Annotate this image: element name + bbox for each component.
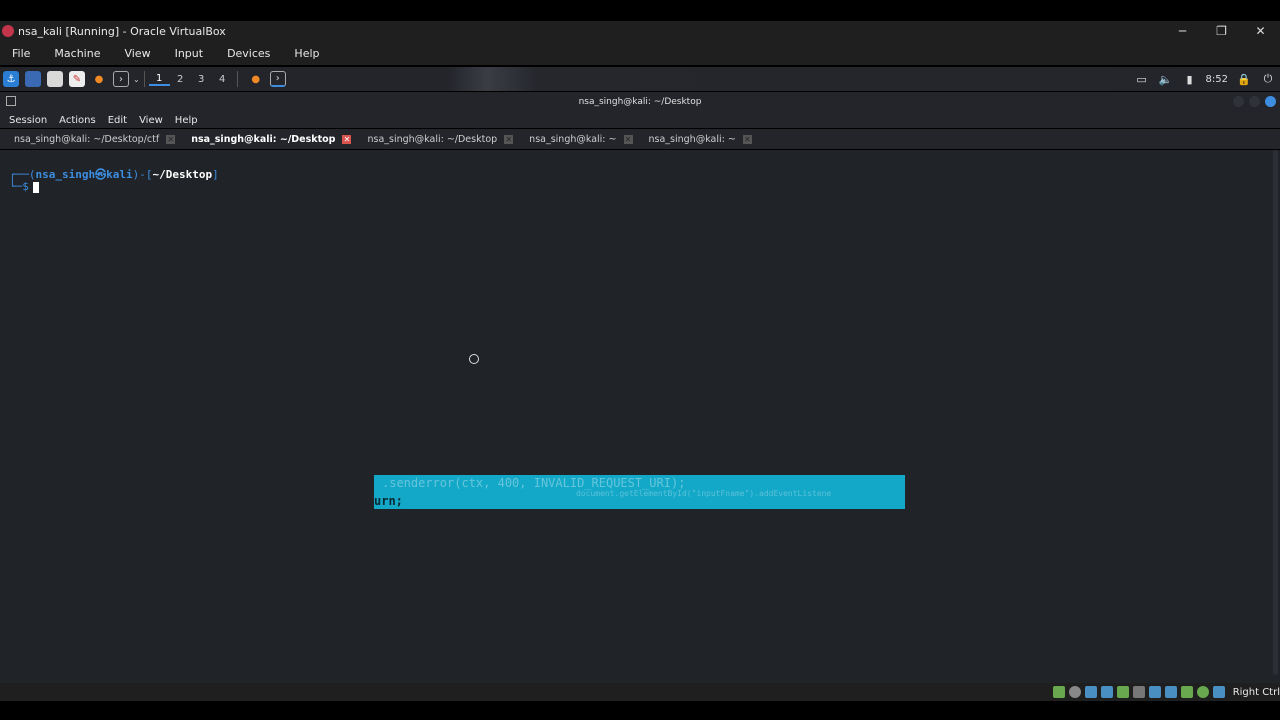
tab-label: nsa_singh@kali: ~/Desktop	[191, 133, 336, 145]
tab-label: nsa_singh@kali: ~/Desktop	[367, 133, 498, 145]
menu-terminal-view[interactable]: View	[139, 115, 163, 126]
terminal-window-controls	[1228, 96, 1276, 107]
tab-desktop-active[interactable]: nsa_singh@kali: ~/Desktop ✕	[183, 129, 359, 149]
prompt-user: nsa_singh	[35, 168, 96, 181]
close-icon[interactable]: ✕	[1241, 21, 1280, 41]
lock-icon[interactable]: 🔒	[1236, 73, 1252, 86]
keyboard-icon[interactable]	[1212, 686, 1225, 698]
terminal-maximize-icon[interactable]	[1249, 96, 1260, 107]
tab-close-icon[interactable]: ✕	[742, 134, 752, 144]
power-icon[interactable]: ⏻	[1260, 72, 1276, 86]
terminal-window-title: nsa_singh@kali: ~/Desktop	[578, 97, 702, 107]
chevron-down-icon[interactable]: ⌄	[133, 75, 140, 84]
tab-close-icon[interactable]: ✕	[342, 134, 352, 144]
hard-disk-icon[interactable]	[1052, 686, 1065, 698]
menu-actions[interactable]: Actions	[59, 115, 96, 126]
code-overlay-banner: .senderror(ctx, 400, INVALID_REQUEST_URI…	[374, 475, 905, 509]
workspace-4[interactable]: 4	[212, 74, 233, 85]
audio-icon[interactable]	[1084, 686, 1097, 698]
terminal-window-icon[interactable]: ›	[269, 71, 286, 87]
tab-label: nsa_singh@kali: ~	[529, 133, 617, 145]
shared-folders-icon[interactable]	[1132, 686, 1145, 698]
window-controls: ─ ❐ ✕	[1163, 21, 1280, 41]
vbox-title-bar: nsa_kali [Running] - Oracle VirtualBox ─…	[0, 21, 1280, 41]
text-cursor	[32, 181, 39, 193]
vbox-window-title: nsa_kali [Running] - Oracle VirtualBox	[18, 24, 226, 38]
menu-terminal-help[interactable]: Help	[175, 115, 198, 126]
terminal-window-menu-icon[interactable]	[6, 96, 16, 106]
file-manager-icon[interactable]	[47, 71, 63, 87]
optical-drive-icon[interactable]	[1068, 686, 1081, 698]
battery-icon[interactable]: ▮	[1182, 73, 1198, 86]
overlay-code-line-small: document.getElementById("inputFname").ad…	[576, 489, 832, 498]
cpu-icon[interactable]	[1180, 686, 1193, 698]
firefox-icon[interactable]: ●	[91, 71, 107, 87]
volume-icon[interactable]: 🔈	[1158, 73, 1174, 86]
tab-home[interactable]: nsa_singh@kali: ~ ✕	[521, 129, 640, 149]
workspace-1[interactable]: 1	[148, 73, 170, 86]
tab-desktop[interactable]: nsa_singh@kali: ~/Desktop ✕	[359, 129, 521, 149]
tab-label: nsa_singh@kali: ~	[648, 133, 736, 145]
kali-menu-icon[interactable]: ⚓	[3, 71, 19, 87]
menu-machine[interactable]: Machine	[54, 47, 100, 60]
vbox-menu-bar: File Machine View Input Devices Help	[0, 41, 1280, 65]
tab-label: nsa_singh@kali: ~/Desktop/ctf	[14, 133, 160, 145]
panel-clock[interactable]: 8:52	[1206, 74, 1228, 85]
terminal-close-icon[interactable]	[1265, 96, 1276, 107]
terminal-tab-bar: nsa_singh@kali: ~/Desktop/ctf ✕ nsa_sing…	[0, 129, 1280, 149]
tab-close-icon[interactable]: ✕	[623, 134, 633, 144]
menu-file[interactable]: File	[12, 47, 30, 60]
minimize-icon[interactable]: ─	[1163, 21, 1202, 41]
network-icon[interactable]	[1100, 686, 1113, 698]
terminal-menu-bar: Session Actions Edit View Help	[0, 112, 1280, 128]
tab-home-2[interactable]: nsa_singh@kali: ~ ✕	[641, 129, 760, 149]
recording-icon[interactable]	[1164, 686, 1177, 698]
menu-session[interactable]: Session	[9, 115, 47, 126]
menu-edit[interactable]: Edit	[108, 115, 127, 126]
tab-desktop-ctf[interactable]: nsa_singh@kali: ~/Desktop/ctf ✕	[6, 129, 183, 149]
host-key-label: Right Ctrl	[1232, 686, 1280, 698]
tab-close-icon[interactable]: ✕	[504, 134, 514, 144]
prompt-input-line: └─$	[9, 180, 39, 193]
busy-cursor-icon	[469, 354, 479, 364]
prompt-host: kali	[106, 168, 133, 181]
prompt-line: ┌──(nsa_singh㉿kali)-[~/Desktop]	[9, 168, 219, 181]
usb-icon[interactable]	[1116, 686, 1129, 698]
overlay-code-line: .senderror(ctx, 400, INVALID_REQUEST_URI…	[382, 476, 686, 490]
display-icon[interactable]: ▭	[1134, 73, 1150, 86]
show-desktop-icon[interactable]	[25, 71, 41, 87]
menu-help[interactable]: Help	[294, 47, 319, 60]
workspace-3[interactable]: 3	[191, 74, 212, 85]
menu-input[interactable]: Input	[175, 47, 203, 60]
text-editor-icon[interactable]: ✎	[69, 71, 85, 87]
menu-view[interactable]: View	[124, 47, 150, 60]
workspace-2[interactable]: 2	[170, 74, 191, 85]
terminal-title-bar: nsa_singh@kali: ~/Desktop	[0, 92, 1280, 112]
firefox-window-icon[interactable]: ●	[248, 71, 264, 87]
kali-top-panel: ⚓ ✎ ● › ⌄ 1 2 3 4 ● › ▭ 🔈 ▮ 8:52 🔒 ⏻	[0, 67, 1280, 91]
terminal-minimize-icon[interactable]	[1233, 96, 1244, 107]
display-status-icon[interactable]	[1148, 686, 1161, 698]
menu-devices[interactable]: Devices	[227, 47, 270, 60]
mouse-integration-icon[interactable]	[1196, 686, 1209, 698]
prompt-path: ~/Desktop	[152, 168, 213, 181]
panel-separator	[236, 71, 238, 87]
tab-close-icon[interactable]: ✕	[166, 134, 176, 144]
panel-separator	[143, 71, 145, 87]
vbox-status-bar: Right Ctrl	[0, 683, 1280, 701]
terminal-area[interactable]: ┌──(nsa_singh㉿kali)-[~/Desktop] └─$ .sen…	[0, 150, 1280, 683]
overlay-code-line-bold: urn;	[374, 494, 403, 508]
panel-tray: ▭ 🔈 ▮ 8:52 🔒 ⏻	[1126, 67, 1276, 91]
restore-icon[interactable]: ❐	[1202, 21, 1241, 41]
terminal-icon[interactable]: ›	[113, 71, 129, 87]
terminal-scrollbar[interactable]	[1273, 150, 1278, 675]
prompt-symbol: $	[22, 180, 29, 193]
virtualbox-logo-icon	[2, 25, 14, 37]
